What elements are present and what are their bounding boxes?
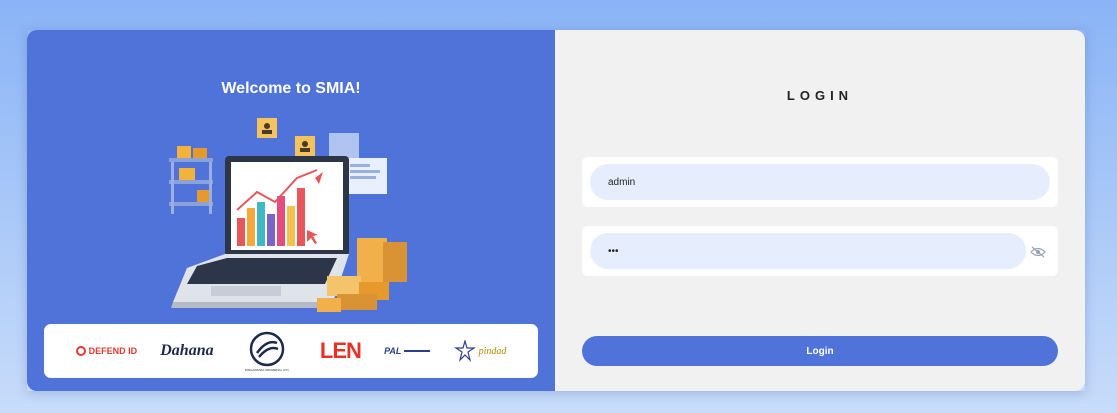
username-field-container xyxy=(582,157,1058,207)
pindad-logo: pindad xyxy=(453,340,506,362)
password-field-container xyxy=(582,226,1058,276)
login-panel: LOGIN Login xyxy=(555,30,1085,391)
login-title: LOGIN xyxy=(786,88,854,103)
pal-logo: PAL xyxy=(384,346,431,356)
welcome-heading: Welcome to SMIA! xyxy=(221,80,361,97)
defend-id-logo: DEFEND ID xyxy=(75,346,137,356)
login-button[interactable]: Login xyxy=(582,336,1058,366)
eye-slash-icon[interactable] xyxy=(1030,246,1046,258)
welcome-panel: Welcome to SMIA! DEFEND ID Dahana DIRGAN… xyxy=(27,30,555,391)
len-logo: LEN xyxy=(319,338,362,363)
shelf-graphic xyxy=(169,146,213,214)
laptop-illustration xyxy=(169,118,407,312)
partner-logos-bar: DEFEND ID Dahana DIRGANTARA INDONESIA (D… xyxy=(44,324,538,378)
dahana-logo: Dahana xyxy=(160,342,214,359)
login-card: Welcome to SMIA! DEFEND ID Dahana DIRGAN… xyxy=(27,30,1085,391)
password-input[interactable] xyxy=(590,233,1026,269)
username-input[interactable] xyxy=(590,164,1050,200)
dirgantara-logo: DIRGANTARA INDONESIA (DI) xyxy=(237,331,297,372)
